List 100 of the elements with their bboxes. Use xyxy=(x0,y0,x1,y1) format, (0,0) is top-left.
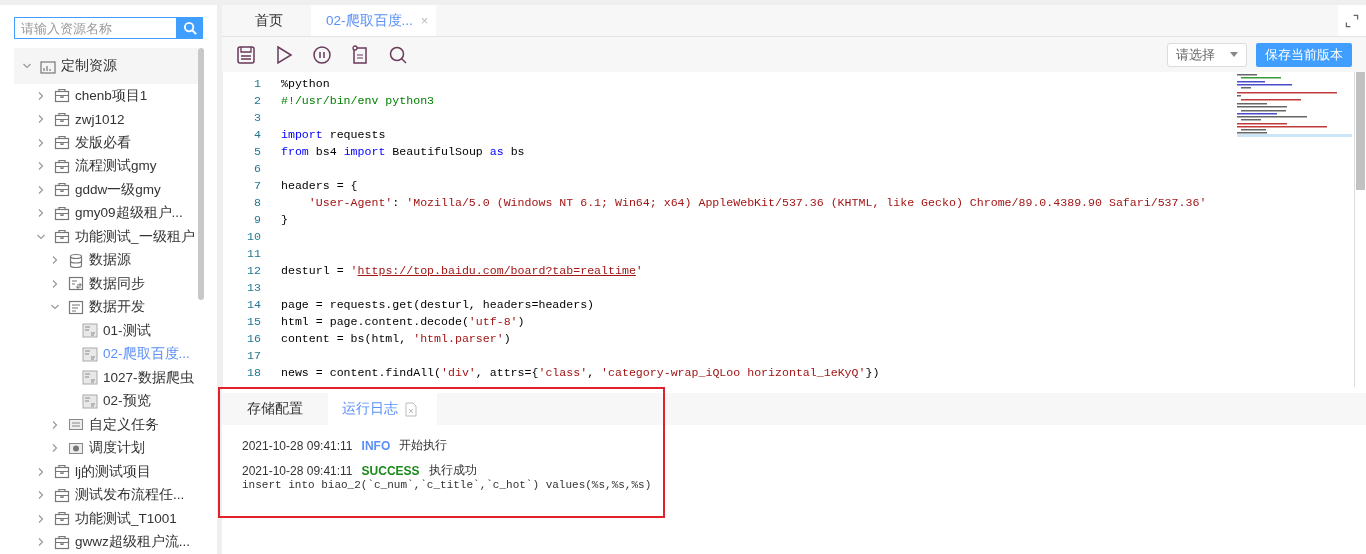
line-number: 5 xyxy=(253,145,261,158)
caret-icon xyxy=(1230,52,1238,57)
briefcase-icon xyxy=(54,158,70,174)
tab[interactable]: 存储配置 xyxy=(222,393,328,425)
line-number: 14 xyxy=(246,298,261,311)
script-file-icon xyxy=(82,370,98,386)
briefcase-icon xyxy=(54,229,70,245)
tree-item[interactable]: 数据同步 xyxy=(14,272,198,296)
chart-folder-icon xyxy=(40,58,56,74)
sync-document-icon xyxy=(68,276,84,292)
chevron-icon xyxy=(36,208,46,219)
tree-item[interactable]: 02-预览 xyxy=(14,389,198,413)
tree-item[interactable]: 定制资源 xyxy=(14,48,198,84)
line-number: 16 xyxy=(246,332,261,345)
code-line: page = requests.get(desturl, headers=headers) xyxy=(281,298,595,311)
code-line: } xyxy=(281,213,288,226)
line-number: 6 xyxy=(253,162,261,175)
chevron-icon xyxy=(50,255,60,266)
document-icon xyxy=(68,299,84,315)
tree-item[interactable]: 功能测试_T1001 xyxy=(14,507,198,531)
script-file-icon xyxy=(82,393,98,409)
clipboard-button[interactable] xyxy=(350,44,370,65)
log-time: 2021-10-28 09:41:11 xyxy=(242,463,353,478)
log-message: 执行成功 xyxy=(428,462,477,479)
tree-item[interactable]: 发版必看 xyxy=(14,131,198,155)
code-line: from bs4 import BeautifulSoup as bs xyxy=(281,145,525,158)
code-line: desturl = 'https://top.baidu.com/board?tab=realtime' xyxy=(281,264,643,277)
code-line: html = page.content.decode('utf-8') xyxy=(281,315,525,328)
tree-item[interactable]: lj的测试项目 xyxy=(14,460,198,484)
chevron-icon xyxy=(36,537,46,548)
tree-item[interactable]: 流程测试gmy xyxy=(14,154,198,178)
tree-item[interactable]: 测试发布流程任... xyxy=(14,483,198,507)
code-line: %python xyxy=(281,77,330,90)
chevron-icon xyxy=(50,419,60,430)
chevron-icon xyxy=(36,161,46,172)
chevron-icon xyxy=(36,490,46,501)
tree-item[interactable]: chenb项目1 xyxy=(14,84,198,108)
chevron-icon xyxy=(36,137,46,148)
line-number: 15 xyxy=(246,315,261,328)
tree-item[interactable]: gwwz超级租户流... xyxy=(14,530,198,554)
log-time: 2021-10-28 09:41:11 xyxy=(242,438,353,453)
tree-item[interactable]: gddw一级gmy xyxy=(14,178,198,202)
scrollbar-thumb[interactable] xyxy=(198,48,204,300)
line-number: 17 xyxy=(246,349,261,362)
line-number: 13 xyxy=(246,281,261,294)
search-icon xyxy=(182,20,198,36)
tree-item[interactable]: 自定义任务 xyxy=(14,413,198,437)
code-line: content = bs(html, 'html.parser') xyxy=(281,332,511,345)
tree-item[interactable]: gmy09超级租户... xyxy=(14,201,198,225)
line-number: 12 xyxy=(246,264,261,277)
briefcase-icon xyxy=(54,464,70,480)
tree-item[interactable]: 01-测试 xyxy=(14,319,198,343)
briefcase-icon xyxy=(54,135,70,151)
log-message: 开始执行 xyxy=(399,437,448,454)
code-line: import requests xyxy=(281,128,386,141)
chevron-icon xyxy=(36,513,46,524)
line-number: 2 xyxy=(253,94,261,107)
code-line: #!/usr/bin/env python3 xyxy=(281,94,435,107)
log-detail: insert into biao_2(`c_num`,`c_title`,`c_hot`) values(%s,%s,%s) xyxy=(242,479,653,491)
save-button[interactable] xyxy=(236,44,256,65)
line-number: 9 xyxy=(253,213,261,226)
briefcase-icon xyxy=(54,534,70,550)
tab[interactable]: 首页 xyxy=(222,5,307,36)
chevron-icon xyxy=(36,90,46,101)
briefcase-icon xyxy=(54,88,70,104)
briefcase-icon xyxy=(54,487,70,503)
line-number: 18 xyxy=(246,366,261,379)
chevron-icon xyxy=(22,61,32,71)
line-number: 4 xyxy=(253,128,261,141)
line-number: 1 xyxy=(253,77,261,90)
chevron-icon xyxy=(36,114,46,125)
clock-card-icon xyxy=(68,440,84,456)
pause-button[interactable] xyxy=(312,44,332,65)
script-file-icon xyxy=(82,346,98,362)
search-button[interactable] xyxy=(388,44,408,65)
database-icon xyxy=(68,252,84,268)
tree-item[interactable]: 数据源 xyxy=(14,248,198,272)
tree-item[interactable]: 调度计划 xyxy=(14,436,198,460)
chevron-icon xyxy=(36,466,46,477)
version-dropdown[interactable]: 请选择 xyxy=(1167,42,1247,67)
search-field[interactable]: 请输入资源名称 xyxy=(14,17,177,39)
list-document-icon xyxy=(68,417,84,433)
play-button[interactable] xyxy=(274,44,294,65)
tree-item[interactable]: zwj1012 xyxy=(14,107,198,131)
chevron-icon xyxy=(50,443,60,454)
tree-item[interactable]: 数据开发 xyxy=(14,295,198,319)
code-line: 'User-Agent': 'Mozilla/5.0 (Windows NT 6.1; Win64; x64) AppleWebKit/537.36 (KHTML, like Gecko) Chrome/89.0.4389.90 Safari/537.36' xyxy=(307,196,1207,209)
briefcase-icon xyxy=(54,205,70,221)
briefcase-icon xyxy=(54,111,70,127)
log-level: INFO xyxy=(361,438,391,453)
chevron-icon xyxy=(50,278,60,289)
briefcase-icon xyxy=(54,182,70,198)
scrollbar-thumb[interactable] xyxy=(1356,72,1365,190)
script-file-icon xyxy=(82,323,98,339)
tree-item[interactable]: 功能测试_一级租户 xyxy=(14,225,198,249)
briefcase-icon xyxy=(54,511,70,527)
code-line: headers = { xyxy=(281,179,358,192)
line-number: 11 xyxy=(246,247,261,260)
code-line: news = content.findAll('div', attrs={'class', 'category-wrap_iQLoo horizontal_1eKyQ'}) xyxy=(281,366,880,379)
tree-item[interactable]: 1027-数据爬虫 xyxy=(14,366,198,390)
